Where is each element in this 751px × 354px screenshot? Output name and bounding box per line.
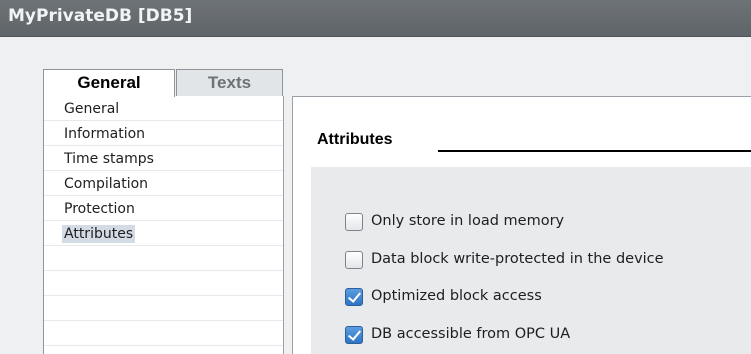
- nav-item-label: Compilation: [64, 176, 149, 192]
- option-label: Only store in load memory: [371, 213, 565, 229]
- attributes-panel: Attributes Only store in load memory Dat…: [293, 97, 751, 354]
- checkbox-db-accessible-opc-ua[interactable]: [345, 326, 363, 344]
- panel-splitter[interactable]: [283, 96, 293, 354]
- section-rule: [438, 150, 751, 152]
- window-title: MyPrivateDB [DB5]: [8, 6, 193, 26]
- nav-panel: General Information Time stamps Compilat…: [43, 96, 284, 354]
- nav-item-label: General: [64, 101, 120, 117]
- tab-texts[interactable]: Texts: [176, 69, 283, 97]
- nav-item-information[interactable]: Information: [44, 121, 284, 146]
- nav-item-general[interactable]: General: [44, 96, 284, 121]
- section-title: Attributes: [317, 131, 393, 148]
- checkbox-optimized-block-access[interactable]: [345, 288, 363, 306]
- option-label: DB accessible from OPC UA: [371, 326, 571, 342]
- nav-empty-row: [44, 321, 284, 346]
- nav-item-compilation[interactable]: Compilation: [44, 171, 284, 196]
- window-titlebar: MyPrivateDB [DB5]: [0, 0, 751, 37]
- option-label: Data block write-protected in the device: [371, 251, 664, 267]
- nav-item-time-stamps[interactable]: Time stamps: [44, 146, 284, 171]
- nav-empty-row: [44, 271, 284, 296]
- nav-item-label: Information: [64, 126, 146, 142]
- checkbox-only-store-in-load-memory[interactable]: [345, 213, 363, 231]
- section-header: Attributes: [293, 97, 751, 165]
- nav-item-label: Time stamps: [64, 151, 154, 167]
- nav-item-label: Protection: [64, 201, 135, 217]
- checkbox-write-protected[interactable]: [345, 251, 363, 269]
- option-label: Optimized block access: [371, 288, 542, 304]
- nav-item-protection[interactable]: Protection: [44, 196, 284, 221]
- nav-empty-row: [44, 296, 284, 321]
- nav-item-attributes[interactable]: Attributes: [44, 221, 284, 246]
- section-body: Only store in load memory Data block wri…: [311, 167, 751, 354]
- nav-empty-row: [44, 246, 284, 271]
- nav-item-label: Attributes: [62, 225, 136, 243]
- tab-general[interactable]: General: [43, 69, 175, 97]
